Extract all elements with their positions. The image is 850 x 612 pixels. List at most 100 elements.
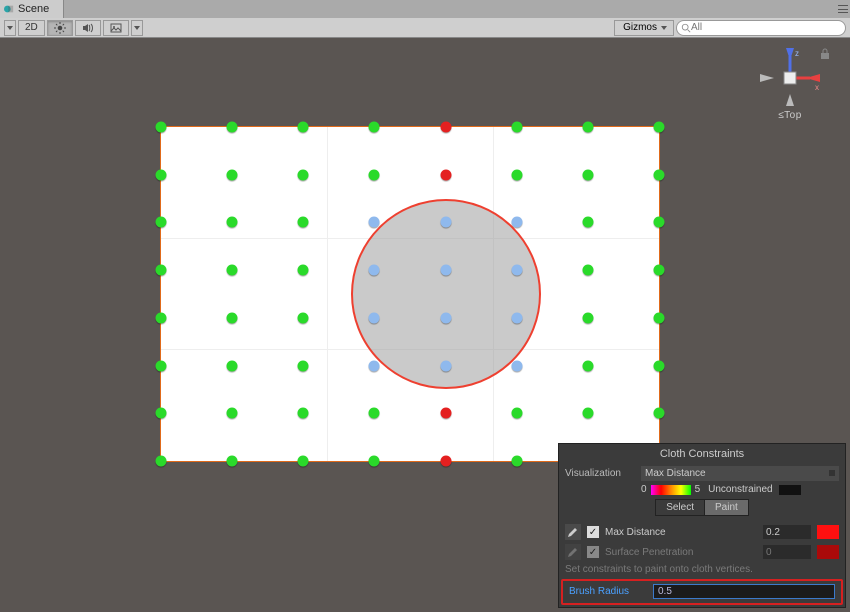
cloth-vertex[interactable] — [582, 217, 593, 228]
cloth-vertex[interactable] — [156, 217, 167, 228]
cloth-vertex[interactable] — [511, 122, 522, 133]
scene-search[interactable] — [676, 20, 846, 36]
cloth-vertex[interactable] — [298, 408, 309, 419]
select-mode-button[interactable]: Select — [655, 499, 704, 516]
cloth-vertex[interactable] — [440, 312, 451, 323]
max-distance-checkbox[interactable]: ✓ — [587, 526, 599, 538]
cloth-vertex[interactable] — [440, 169, 451, 180]
cloth-vertex[interactable] — [440, 265, 451, 276]
cloth-vertex[interactable] — [654, 122, 665, 133]
cloth-vertex[interactable] — [654, 217, 665, 228]
cloth-vertex[interactable] — [511, 456, 522, 467]
cloth-vertex[interactable] — [227, 169, 238, 180]
cloth-vertex[interactable] — [298, 169, 309, 180]
cloth-vertex[interactable] — [511, 408, 522, 419]
surface-penetration-field[interactable]: 0 — [763, 545, 811, 559]
cloth-vertex[interactable] — [511, 217, 522, 228]
cloth-vertex[interactable] — [227, 217, 238, 228]
lighting-toggle-button[interactable] — [47, 20, 73, 36]
cloth-vertex[interactable] — [227, 408, 238, 419]
cloth-quad — [160, 126, 660, 462]
cloth-vertex[interactable] — [654, 265, 665, 276]
2d-toggle-button[interactable]: 2D — [18, 20, 45, 36]
cloth-vertex[interactable] — [582, 265, 593, 276]
cloth-vertex[interactable] — [298, 122, 309, 133]
cloth-vertex[interactable] — [369, 360, 380, 371]
search-input[interactable] — [691, 22, 841, 33]
cloth-vertex[interactable] — [298, 312, 309, 323]
cloth-vertex[interactable] — [298, 456, 309, 467]
scene-icon — [4, 4, 14, 14]
cloth-vertex[interactable] — [511, 360, 522, 371]
cloth-vertex[interactable] — [156, 122, 167, 133]
cloth-vertex[interactable] — [227, 312, 238, 323]
tab-context-menu[interactable] — [836, 0, 850, 18]
cloth-vertex[interactable] — [582, 169, 593, 180]
cloth-vertex[interactable] — [156, 360, 167, 371]
cloth-vertex[interactable] — [369, 408, 380, 419]
cloth-vertex[interactable] — [369, 312, 380, 323]
brush-icon[interactable] — [565, 544, 581, 560]
cloth-vertex[interactable] — [298, 360, 309, 371]
shading-mode-dropdown[interactable] — [4, 20, 16, 36]
cloth-vertex[interactable] — [369, 265, 380, 276]
cloth-vertex[interactable] — [369, 122, 380, 133]
scene-viewport[interactable]: x z ≤Top Cloth Constraints Visualization… — [0, 38, 850, 612]
cloth-vertex[interactable] — [227, 122, 238, 133]
paint-hint: Set constraints to paint onto cloth vert… — [559, 562, 845, 577]
max-distance-row: ✓ Max Distance 0.2 — [559, 522, 845, 542]
cloth-vertex[interactable] — [298, 217, 309, 228]
cloth-vertex[interactable] — [654, 169, 665, 180]
fx-dropdown[interactable] — [131, 20, 143, 36]
cloth-vertex[interactable] — [369, 169, 380, 180]
perspective-label[interactable]: ≤Top — [750, 110, 830, 121]
cloth-vertex[interactable] — [654, 360, 665, 371]
cloth-vertex[interactable] — [369, 456, 380, 467]
cloth-vertex[interactable] — [440, 456, 451, 467]
max-distance-field[interactable]: 0.2 — [763, 525, 811, 539]
surface-penetration-checkbox[interactable]: ✓ — [587, 546, 599, 558]
tab-bar: Scene — [0, 0, 850, 18]
visualization-dropdown[interactable]: Max Distance — [641, 466, 839, 481]
fx-toggle-button[interactable] — [103, 20, 129, 36]
hamburger-icon — [838, 5, 848, 13]
cloth-vertex[interactable] — [511, 265, 522, 276]
visualization-label: Visualization — [565, 468, 635, 479]
lock-icon — [820, 48, 830, 60]
cloth-vertex[interactable] — [156, 169, 167, 180]
cloth-vertex[interactable] — [227, 360, 238, 371]
cloth-vertex[interactable] — [440, 122, 451, 133]
sun-icon — [54, 22, 66, 34]
cloth-constraints-panel: Cloth Constraints Visualization Max Dist… — [558, 443, 846, 608]
gradient-bar — [651, 485, 691, 495]
tab-scene[interactable]: Scene — [0, 0, 64, 18]
cloth-vertex[interactable] — [511, 312, 522, 323]
cloth-vertex[interactable] — [582, 360, 593, 371]
cloth-vertex[interactable] — [654, 312, 665, 323]
cloth-vertex[interactable] — [227, 456, 238, 467]
surface-penetration-label: Surface Penetration — [605, 547, 757, 558]
paint-mode-button[interactable]: Paint — [704, 499, 749, 516]
cloth-vertex[interactable] — [440, 408, 451, 419]
cloth-vertex[interactable] — [156, 456, 167, 467]
cloth-vertex[interactable] — [654, 408, 665, 419]
cloth-vertex[interactable] — [156, 265, 167, 276]
cloth-vertex[interactable] — [440, 360, 451, 371]
cloth-vertex[interactable] — [156, 312, 167, 323]
unconstrained-swatch — [779, 485, 801, 495]
cloth-vertex[interactable] — [582, 122, 593, 133]
brush-icon[interactable] — [565, 524, 581, 540]
cloth-vertex[interactable] — [440, 217, 451, 228]
gizmos-dropdown[interactable]: Gizmos — [614, 20, 674, 36]
brush-radius-field[interactable] — [653, 584, 835, 599]
audio-toggle-button[interactable] — [75, 20, 101, 36]
cloth-vertex[interactable] — [582, 408, 593, 419]
cloth-vertex[interactable] — [156, 408, 167, 419]
cloth-vertex[interactable] — [227, 265, 238, 276]
image-icon — [110, 22, 122, 34]
cloth-vertex[interactable] — [369, 217, 380, 228]
cloth-vertex[interactable] — [298, 265, 309, 276]
orientation-gizmo[interactable]: x z ≤Top — [750, 48, 830, 121]
cloth-vertex[interactable] — [511, 169, 522, 180]
cloth-vertex[interactable] — [582, 312, 593, 323]
